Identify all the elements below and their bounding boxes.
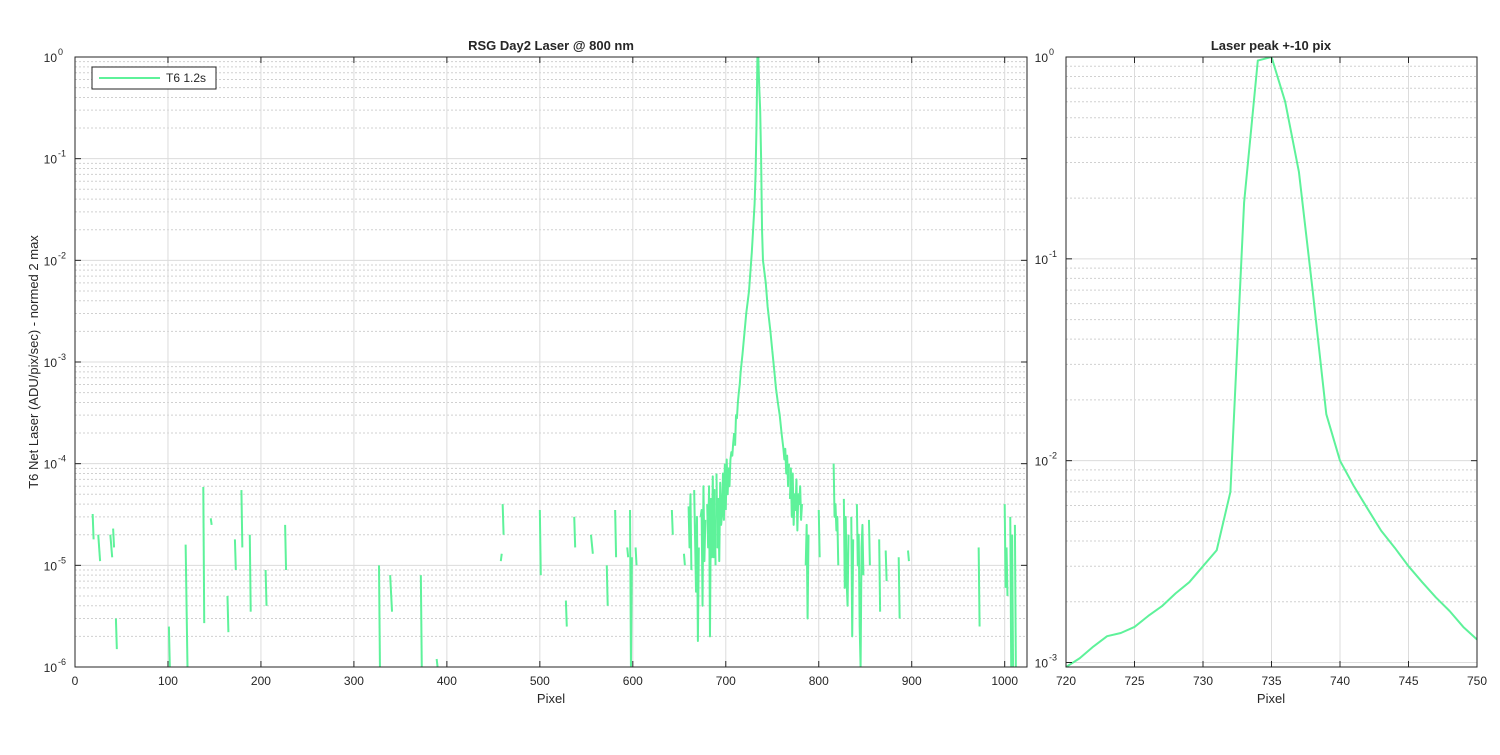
series-line-segment — [419, 575, 423, 667]
series-line-segment — [1003, 504, 1007, 588]
series-line-segment — [817, 510, 821, 558]
series-line-segment — [209, 518, 213, 526]
y-tick-label: 10 — [44, 356, 58, 370]
zoom-plot-axes: 720 725 730 735 740 745 750 10 -210 -110 010 -3 La… — [1035, 38, 1488, 706]
y-tick-exponent: 0 — [1049, 47, 1054, 57]
x-tick-label: 1000 — [991, 674, 1018, 688]
x-tick-label: 400 — [437, 674, 457, 688]
x-tick-label: 750 — [1467, 674, 1487, 688]
series-line-segment — [499, 553, 503, 562]
y-tick-label: 10 — [44, 254, 58, 268]
series-line-segment — [878, 539, 882, 612]
series-line-segment — [264, 569, 268, 606]
series-line-segment — [284, 524, 288, 571]
y-tick-label: 10 — [1035, 455, 1049, 469]
x-tick-label: 900 — [902, 674, 922, 688]
zoom-plot-title: Laser peak +-10 pix — [1211, 38, 1332, 53]
y-tick-label: 10 — [44, 661, 58, 675]
main-plot-legend: T6 1.2s — [91, 66, 217, 90]
y-tick-exponent: -1 — [1049, 249, 1057, 259]
series-line-segment — [614, 510, 618, 558]
y-tick-exponent: -6 — [58, 657, 66, 667]
y-tick-label: 10 — [1035, 657, 1049, 671]
y-tick-label: 10 — [44, 559, 58, 573]
x-tick-label: 745 — [1398, 674, 1418, 688]
series-line-segment — [573, 516, 577, 548]
series-line-segment — [378, 565, 381, 667]
series-line-segment — [605, 565, 609, 606]
series-line-segment — [248, 534, 252, 612]
figure-svg: 0 100 200 300 400 500 600 700 800 900 1000 10 -610-… — [26, 38, 1488, 706]
y-tick-label: 10 — [1035, 51, 1049, 65]
figure: 0 100 200 300 400 500 600 700 800 900 1000 10 -6 10-… — [0, 0, 1500, 750]
x-tick-label: 700 — [716, 674, 736, 688]
series-line-segment — [626, 547, 630, 558]
x-tick-label: 200 — [251, 674, 271, 688]
series-line-segment — [226, 595, 230, 633]
x-tick-label: 300 — [344, 674, 364, 688]
series-line-segment — [501, 504, 505, 535]
x-tick-label: 730 — [1193, 674, 1213, 688]
main-plot-axes: 0 100 200 300 400 500 600 700 800 900 1000 10 -610-… — [26, 38, 1028, 706]
y-tick-exponent: -3 — [1049, 653, 1057, 663]
zoom-plot-x-label: Pixel — [1257, 691, 1285, 706]
y-tick-exponent: -2 — [1049, 451, 1057, 461]
series-line-segment — [884, 550, 888, 582]
zoom-plot-x-ticks: 720 725 730 735 740 745 750 — [1056, 674, 1487, 688]
series-line-segment — [867, 519, 871, 566]
x-tick-label: 100 — [158, 674, 178, 688]
main-plot-x-label: Pixel — [537, 691, 565, 706]
y-tick-exponent: -3 — [58, 352, 66, 362]
series-line-segment — [977, 547, 981, 627]
series-line-segment — [112, 528, 116, 548]
series-line-segment — [91, 513, 95, 540]
series-line-segment — [202, 486, 206, 624]
series-line-segment — [670, 509, 674, 535]
main-plot-x-ticks: 0 100 200 300 400 500 600 700 800 900 1000 — [72, 674, 1019, 688]
x-tick-label: 725 — [1124, 674, 1144, 688]
series-line-segment — [634, 547, 638, 566]
series-line-segment — [1011, 534, 1015, 667]
x-tick-label: 720 — [1056, 674, 1076, 688]
series-line-segment — [167, 626, 171, 667]
series-line-segment — [1005, 547, 1009, 596]
zoom-plot-y-ticks: 10 -210 -110 010 -3 — [1035, 47, 1057, 671]
x-tick-label: 740 — [1330, 674, 1350, 688]
y-tick-label: 10 — [44, 51, 58, 65]
series-line-segment — [564, 600, 568, 627]
series-line-segment — [240, 490, 244, 548]
main-plot-y-label: T6 Net Laser (ADU/pix/sec) - normed 2 ma… — [26, 235, 41, 489]
x-tick-label: 600 — [623, 674, 643, 688]
series-line-segment — [682, 553, 686, 566]
series-line-segment — [907, 550, 910, 562]
y-tick-label: 10 — [44, 458, 58, 472]
x-tick-label: 0 — [72, 674, 79, 688]
series-line-segment — [114, 618, 118, 650]
series-line-segment — [1009, 516, 1013, 667]
series-line-segment — [233, 539, 237, 571]
series-line-segment — [538, 510, 542, 576]
x-tick-label: 500 — [530, 674, 550, 688]
x-tick-label: 800 — [809, 674, 829, 688]
y-tick-exponent: 0 — [58, 47, 63, 57]
series-line-segment — [897, 557, 901, 619]
series-line-segment — [435, 658, 439, 667]
y-tick-exponent: -5 — [58, 555, 66, 565]
legend-entry: T6 1.2s — [166, 71, 206, 85]
y-tick-label: 10 — [44, 153, 58, 167]
y-tick-exponent: -4 — [58, 454, 66, 464]
y-tick-label: 10 — [1035, 253, 1049, 267]
x-tick-label: 735 — [1261, 674, 1281, 688]
series-line-segment — [1013, 524, 1017, 667]
y-tick-exponent: -1 — [58, 149, 66, 159]
y-tick-exponent: -2 — [58, 250, 66, 260]
main-plot-title: RSG Day2 Laser @ 800 nm — [468, 38, 634, 53]
main-plot-y-ticks: 10 -610 -510 -410 -310 -210 -110 0 — [44, 47, 66, 675]
